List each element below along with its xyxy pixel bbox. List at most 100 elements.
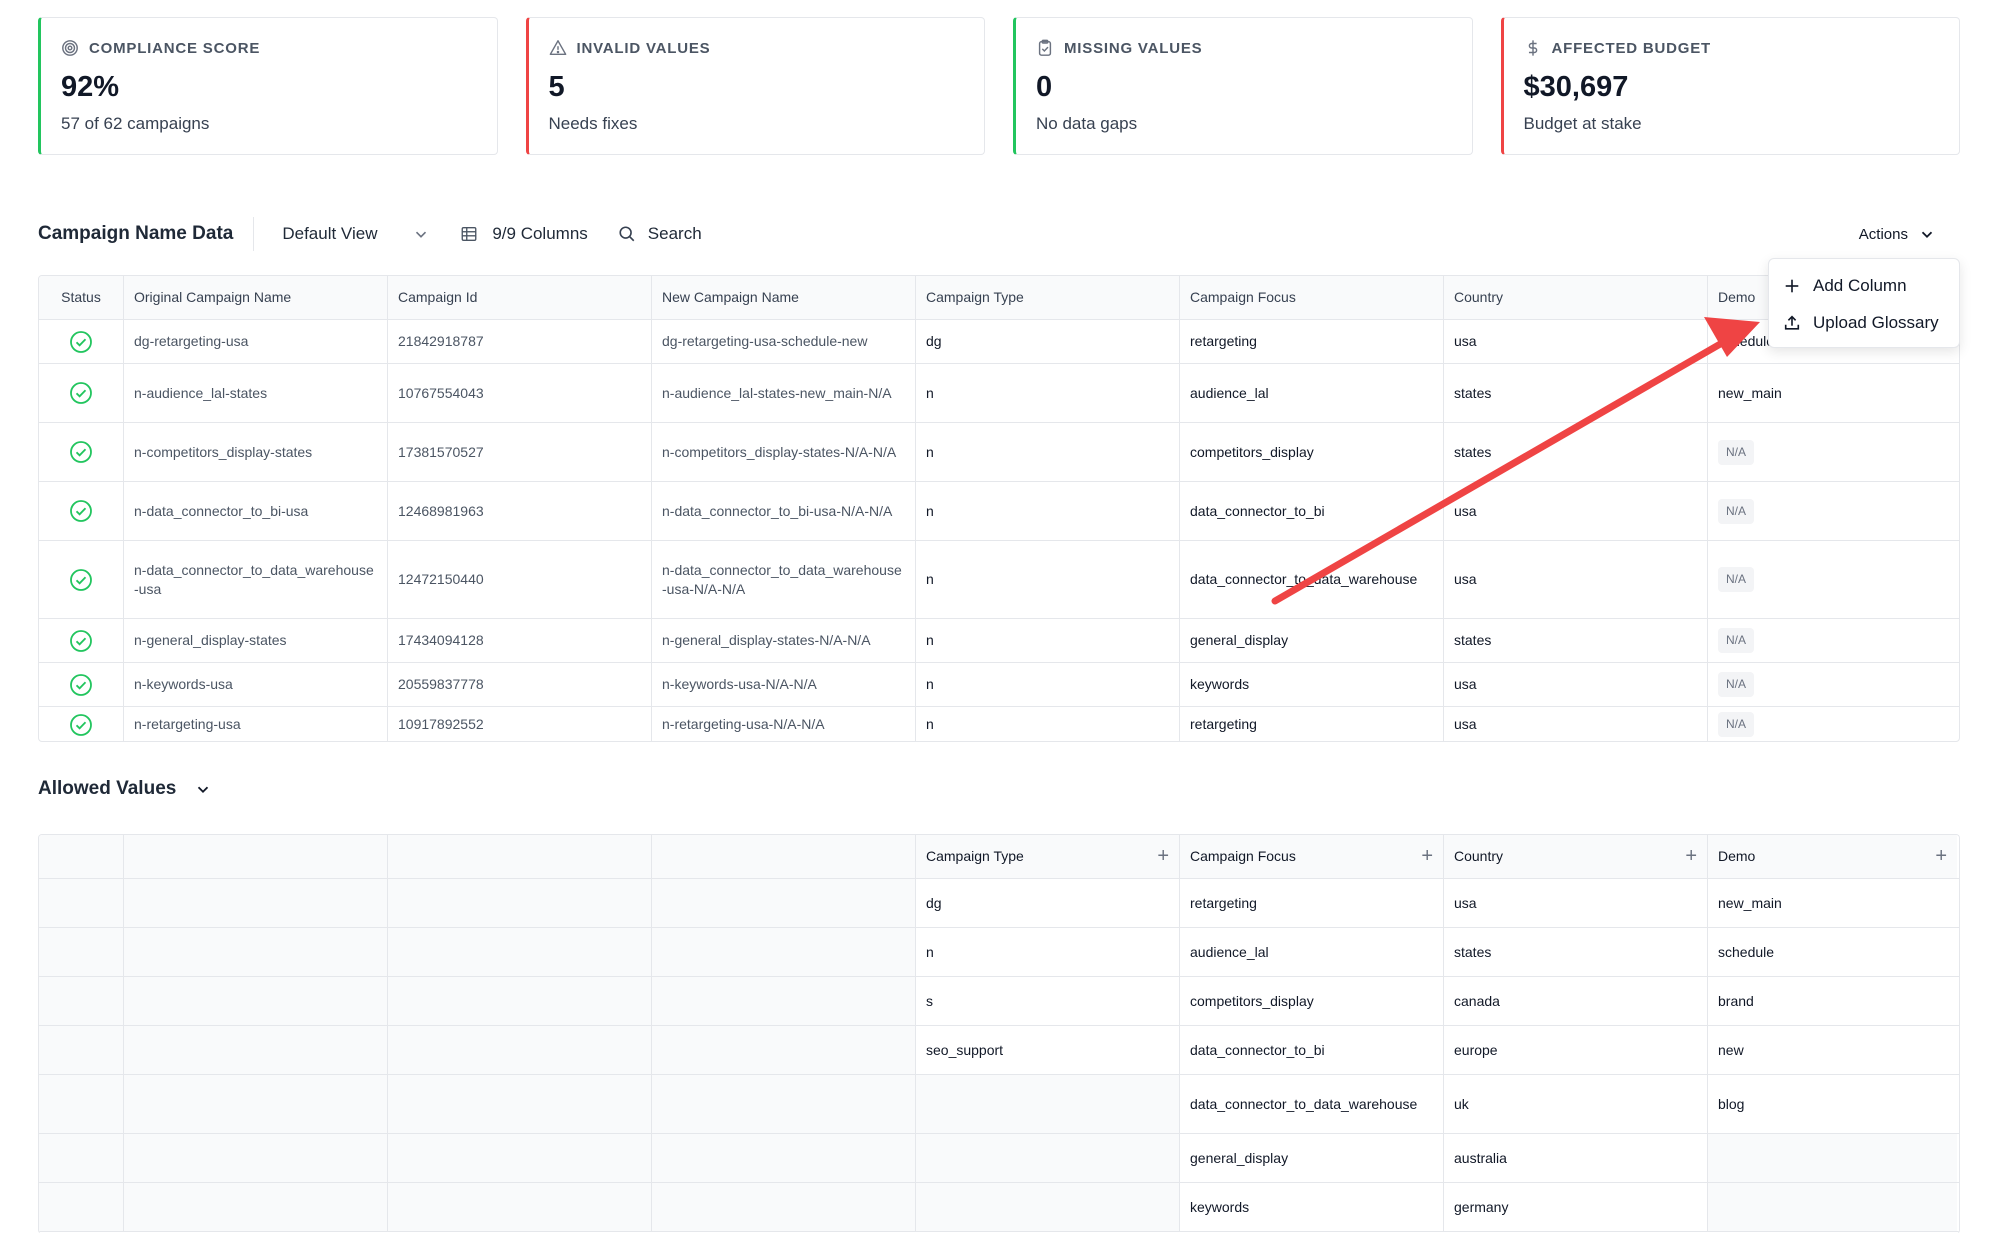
allowed-value-cell[interactable]: n — [916, 928, 1180, 976]
new-name-cell[interactable]: n-general_display-states-N/A-N/A — [652, 619, 916, 662]
allowed-value-cell[interactable]: australia — [1444, 1134, 1708, 1182]
new-name-cell[interactable]: n-keywords-usa-N/A-N/A — [652, 663, 916, 706]
campaign-type-cell[interactable]: n — [916, 707, 1180, 741]
original-name-cell[interactable]: n-data_connector_to_data_warehouse-usa — [124, 541, 388, 618]
campaign-type-cell[interactable]: n — [916, 482, 1180, 540]
add-column-menu-item[interactable]: Add Column — [1769, 267, 1959, 304]
allowed-value-cell[interactable]: new — [1708, 1026, 1957, 1074]
country-cell[interactable]: usa — [1444, 707, 1708, 741]
demo-cell[interactable]: N/A — [1708, 707, 1957, 741]
add-value-icon[interactable]: + — [1935, 846, 1947, 866]
campaign-focus-cell[interactable]: general_display — [1180, 619, 1444, 662]
demo-cell[interactable]: N/A — [1708, 482, 1957, 540]
original-name-cell[interactable]: n-keywords-usa — [124, 663, 388, 706]
table-row[interactable]: n-general_display-states 17434094128 n-gen… — [39, 619, 1959, 663]
allowed-value-cell[interactable]: audience_lal — [1180, 928, 1444, 976]
country-cell[interactable]: states — [1444, 423, 1708, 481]
campaign-id-cell[interactable]: 10767554043 — [388, 364, 652, 422]
table-row[interactable]: n-competitors_display-states 17381570527 n… — [39, 423, 1959, 482]
country-cell[interactable]: usa — [1444, 663, 1708, 706]
column-header[interactable]: Status — [39, 276, 124, 319]
campaign-type-cell[interactable]: n — [916, 619, 1180, 662]
allowed-value-cell[interactable]: germany — [1444, 1183, 1708, 1231]
country-cell[interactable]: states — [1444, 364, 1708, 422]
allowed-value-cell[interactable]: canada — [1444, 977, 1708, 1025]
campaign-type-cell[interactable]: n — [916, 423, 1180, 481]
demo-cell[interactable]: N/A — [1708, 423, 1957, 481]
demo-cell[interactable]: N/A — [1708, 619, 1957, 662]
new-name-cell[interactable]: dg-retargeting-usa-schedule-new — [652, 320, 916, 363]
campaign-focus-cell[interactable]: competitors_display — [1180, 423, 1444, 481]
columns-button[interactable]: 9/9 Columns — [460, 224, 588, 244]
demo-cell[interactable]: new_main — [1708, 364, 1957, 422]
allowed-value-cell[interactable]: data_connector_to_data_warehouse — [1180, 1075, 1444, 1133]
new-name-cell[interactable]: n-competitors_display-states-N/A-N/A — [652, 423, 916, 481]
allowed-value-cell[interactable]: usa — [1444, 879, 1708, 927]
allowed-value-cell[interactable]: keywords — [1180, 1183, 1444, 1231]
allowed-value-cell[interactable]: blog — [1708, 1075, 1957, 1133]
campaign-focus-cell[interactable]: data_connector_to_bi — [1180, 482, 1444, 540]
allowed-value-cell[interactable]: europe — [1444, 1026, 1708, 1074]
allowed-value-cell[interactable]: uk — [1444, 1075, 1708, 1133]
campaign-type-cell[interactable]: dg — [916, 320, 1180, 363]
allowed-value-cell[interactable]: dg — [916, 879, 1180, 927]
column-header[interactable]: Campaign Id — [388, 276, 652, 319]
original-name-cell[interactable]: dg-retargeting-usa — [124, 320, 388, 363]
campaign-id-cell[interactable]: 12472150440 — [388, 541, 652, 618]
add-value-icon[interactable]: + — [1157, 846, 1169, 866]
table-row[interactable]: n-retargeting-usa 10917892552 n-retargetin… — [39, 707, 1959, 741]
allowed-value-cell[interactable]: states — [1444, 928, 1708, 976]
campaign-focus-cell[interactable]: retargeting — [1180, 707, 1444, 741]
country-cell[interactable]: states — [1444, 619, 1708, 662]
table-row[interactable]: n-keywords-usa 20559837778 n-keywords-usa-… — [39, 663, 1959, 707]
campaign-focus-cell[interactable]: keywords — [1180, 663, 1444, 706]
add-value-icon[interactable]: + — [1421, 846, 1433, 866]
allowed-value-cell[interactable]: brand — [1708, 977, 1957, 1025]
original-name-cell[interactable]: n-audience_lal-states — [124, 364, 388, 422]
allowed-value-cell[interactable]: schedule — [1708, 928, 1957, 976]
original-name-cell[interactable]: n-competitors_display-states — [124, 423, 388, 481]
campaign-id-cell[interactable]: 20559837778 — [388, 663, 652, 706]
table-row[interactable]: n-data_connector_to_bi-usa 12468981963 n-d… — [39, 482, 1959, 541]
original-name-cell[interactable]: n-general_display-states — [124, 619, 388, 662]
allowed-value-cell[interactable]: s — [916, 977, 1180, 1025]
upload-glossary-menu-item[interactable]: Upload Glossary — [1769, 304, 1959, 341]
campaign-id-cell[interactable]: 17434094128 — [388, 619, 652, 662]
column-header[interactable]: Country — [1444, 276, 1708, 319]
column-header[interactable]: New Campaign Name — [652, 276, 916, 319]
allowed-value-cell[interactable]: data_connector_to_bi — [1180, 1026, 1444, 1074]
campaign-id-cell[interactable]: 12468981963 — [388, 482, 652, 540]
country-cell[interactable]: usa — [1444, 541, 1708, 618]
campaign-focus-cell[interactable]: retargeting — [1180, 320, 1444, 363]
campaign-id-cell[interactable]: 10917892552 — [388, 707, 652, 741]
country-cell[interactable]: usa — [1444, 320, 1708, 363]
view-selector[interactable]: Default View — [282, 224, 430, 244]
table-row[interactable]: n-audience_lal-states 10767554043 n-audien… — [39, 364, 1959, 423]
demo-cell[interactable]: N/A — [1708, 663, 1957, 706]
allowed-value-cell[interactable]: seo_support — [916, 1026, 1180, 1074]
column-header[interactable]: Campaign Focus — [1180, 276, 1444, 319]
demo-cell[interactable]: N/A — [1708, 541, 1957, 618]
table-row[interactable]: n-data_connector_to_data_warehouse-usa 12… — [39, 541, 1959, 619]
new-name-cell[interactable]: n-retargeting-usa-N/A-N/A — [652, 707, 916, 741]
column-header[interactable]: Campaign Type — [916, 276, 1180, 319]
campaign-focus-cell[interactable]: data_connector_to_data_warehouse — [1180, 541, 1444, 618]
table-row[interactable]: dg-retargeting-usa 21842918787 dg-retarget… — [39, 320, 1959, 364]
new-name-cell[interactable]: n-audience_lal-states-new_main-N/A — [652, 364, 916, 422]
allowed-value-cell[interactable]: competitors_display — [1180, 977, 1444, 1025]
campaign-type-cell[interactable]: n — [916, 541, 1180, 618]
add-value-icon[interactable]: + — [1685, 846, 1697, 866]
allowed-value-cell[interactable]: new_main — [1708, 879, 1957, 927]
allowed-values-toggle[interactable]: Allowed Values — [38, 778, 212, 800]
campaign-type-cell[interactable]: n — [916, 364, 1180, 422]
actions-button[interactable]: Actions — [1859, 225, 1936, 243]
new-name-cell[interactable]: n-data_connector_to_data_warehouse-usa-N… — [652, 541, 916, 618]
country-cell[interactable]: usa — [1444, 482, 1708, 540]
search-button[interactable]: Search — [618, 224, 702, 244]
campaign-id-cell[interactable]: 21842918787 — [388, 320, 652, 363]
allowed-value-cell[interactable]: general_display — [1180, 1134, 1444, 1182]
original-name-cell[interactable]: n-data_connector_to_bi-usa — [124, 482, 388, 540]
original-name-cell[interactable]: n-retargeting-usa — [124, 707, 388, 741]
allowed-value-cell[interactable]: retargeting — [1180, 879, 1444, 927]
campaign-focus-cell[interactable]: audience_lal — [1180, 364, 1444, 422]
